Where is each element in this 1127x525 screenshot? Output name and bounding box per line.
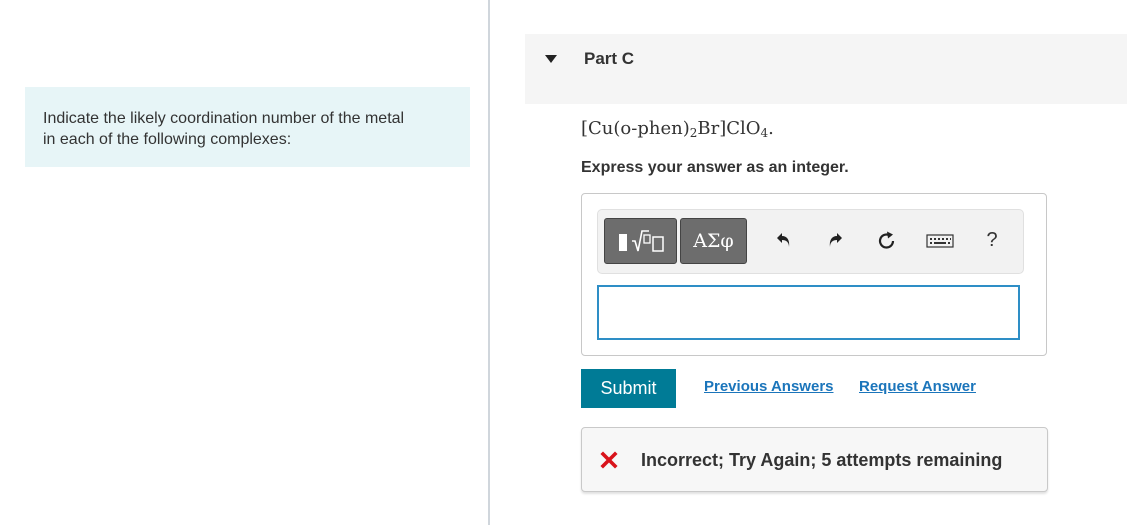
part-title[interactable]: Part C	[584, 49, 634, 69]
undo-icon	[777, 233, 790, 247]
part-header[interactable]	[525, 34, 1127, 104]
redo-icon	[829, 233, 842, 247]
feedback-text: Incorrect; Try Again; 5 attempts remaini…	[641, 450, 1003, 470]
answer-prompt: Express your answer as an integer.	[581, 159, 849, 176]
submit-button[interactable]: Submit	[581, 369, 676, 408]
request-answer-link[interactable]: Request Answer	[859, 378, 976, 395]
undo-button[interactable]	[771, 228, 797, 254]
previous-answers-link[interactable]: Previous Answers	[704, 378, 834, 395]
formula-part-b: Br]ClO	[697, 118, 761, 139]
chemical-formula: [Cu(o-phen)2Br]ClO4.	[581, 118, 774, 140]
formula-subscript-2: 4	[760, 126, 769, 140]
answer-input[interactable]	[597, 285, 1020, 340]
reset-icon	[878, 231, 895, 249]
x-icon	[600, 451, 618, 469]
column-divider	[488, 0, 490, 525]
help-button[interactable]: ?	[979, 227, 1005, 253]
instructions-line-2: in each of the following complexes:	[43, 131, 292, 148]
collapse-caret-icon[interactable]	[545, 55, 557, 63]
formula-part-c: .	[768, 118, 774, 139]
templates-button[interactable]	[604, 218, 677, 264]
keyboard-icon	[926, 234, 954, 248]
instructions-line-1: Indicate the likely coordination number …	[43, 110, 405, 127]
redo-button[interactable]	[822, 228, 848, 254]
keyboard-button[interactable]	[925, 228, 955, 254]
reset-button[interactable]	[874, 228, 900, 254]
instructions-panel: Indicate the likely coordination number …	[25, 87, 470, 167]
greek-symbols-button[interactable]: ΑΣφ	[680, 218, 747, 264]
formula-part-a: [Cu(o-phen)	[581, 118, 690, 139]
templates-icon	[618, 230, 664, 252]
